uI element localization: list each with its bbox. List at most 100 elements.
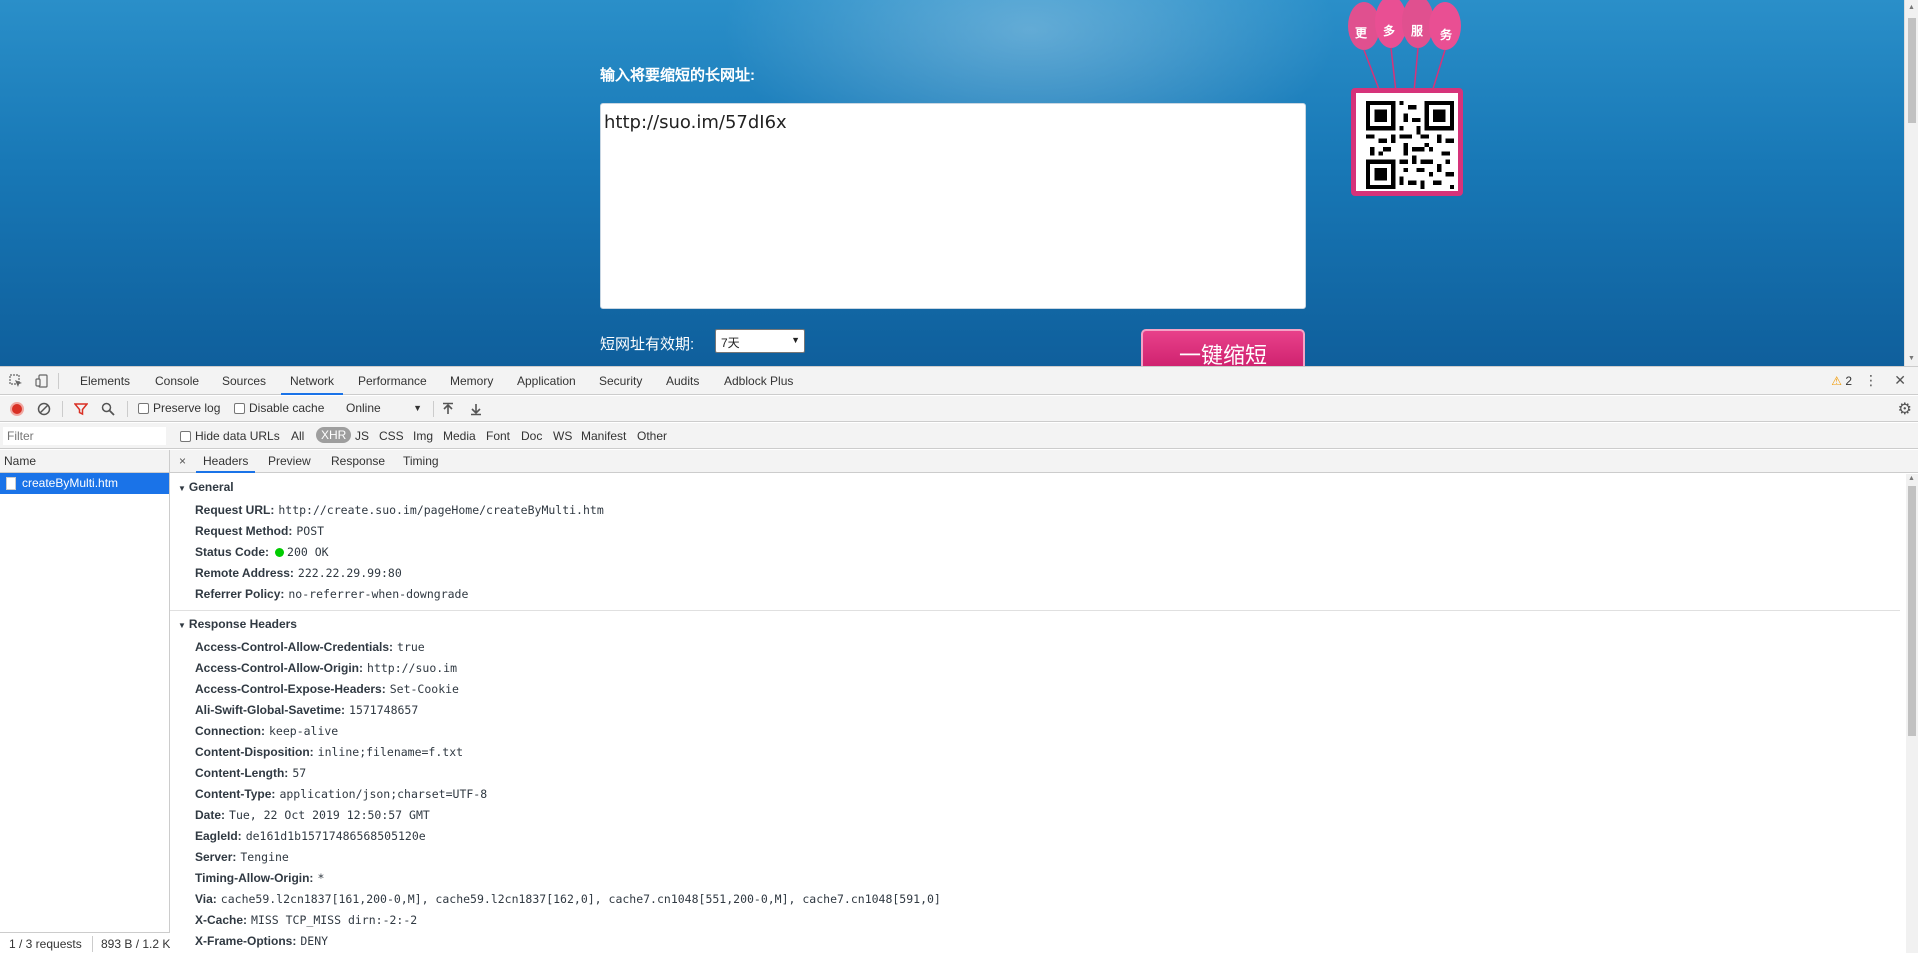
validity-select[interactable]: 7天 ▼ [715,329,805,353]
close-details-icon[interactable]: × [179,454,186,468]
page-scrollbar[interactable]: ▲ ▼ [1904,0,1918,366]
header-row: Server: Tengine [195,850,289,864]
throttling-select[interactable]: Online ▼ [346,401,422,415]
throttling-value: Online [346,401,381,415]
warning-icon: ⚠ [1831,374,1842,388]
close-devtools-icon[interactable]: ✕ [1894,372,1906,389]
tab-preview[interactable]: Preview [261,450,318,473]
qr-code-icon [1366,101,1454,189]
preserve-log-checkbox[interactable] [138,402,149,414]
tab-headers[interactable]: Headers [196,450,256,473]
scroll-up-icon[interactable]: ▲ [1908,475,1915,482]
header-row: Content-Disposition: inline;filename=f.tx… [195,745,463,759]
details-tabbar: × Headers Preview Response Timing [170,450,1918,473]
header-key: Access-Control-Allow-Credentials: [195,640,394,654]
header-row: Via: cache59.l2cn1837[161,200-0,M], cache… [195,892,941,906]
scroll-down-icon[interactable]: ▼ [1908,355,1915,362]
filter-type-other[interactable]: Other [637,429,667,443]
header-value: inline;filename=f.txt [317,745,464,759]
tab-application[interactable]: Application [508,367,585,395]
filter-type-img[interactable]: Img [413,429,433,443]
page-viewport: 输入将要缩短的长网址: http://suo.im/57dI6x 短网址有效期:… [0,0,1918,366]
filter-type-media[interactable]: Media [443,429,476,443]
header-key: Content-Length: [195,766,289,780]
preserve-log-option[interactable]: Preserve log [138,401,220,415]
kebab-menu-icon[interactable]: ⋮ [1864,372,1878,389]
hide-data-urls-label: Hide data URLs [195,429,280,443]
clear-icon[interactable] [37,402,51,416]
chevron-down-icon: ▼ [413,403,422,413]
filter-type-font[interactable]: Font [486,429,510,443]
inspect-element-icon[interactable] [9,374,23,388]
filter-type-ws[interactable]: WS [553,429,572,443]
tab-elements[interactable]: Elements [71,367,139,395]
status-ok-icon [275,548,285,557]
header-value: 1571748657 [349,703,419,717]
header-key: Request URL: [195,503,275,517]
shorten-button[interactable]: 一键缩短 [1141,329,1305,366]
filter-type-css[interactable]: CSS [379,429,404,443]
toolbar-divider [58,373,59,389]
tab-security[interactable]: Security [590,367,651,395]
filter-type-all[interactable]: All [291,429,304,443]
tab-adblock-plus[interactable]: Adblock Plus [715,367,802,395]
disable-cache-checkbox[interactable] [234,402,245,414]
header-key: X-Cache: [195,913,248,927]
header-value: Tengine [240,850,289,864]
tab-timing[interactable]: Timing [396,450,446,473]
tab-response[interactable]: Response [324,450,392,473]
disable-cache-label: Disable cache [249,401,325,415]
general-section-toggle[interactable]: ▼ General [178,480,234,494]
hide-data-urls-checkbox[interactable] [180,430,191,442]
request-list: Name createByMulti.htm 1 / 3 requests 89… [0,450,170,953]
header-key: Content-Type: [195,787,276,801]
tab-network[interactable]: Network [281,367,344,395]
balloon-char: 服 [1411,24,1424,38]
expand-triangle-icon: ▼ [178,484,186,493]
section-divider [170,610,1900,611]
export-har-icon[interactable] [469,402,483,416]
long-url-textarea[interactable]: http://suo.im/57dI6x [600,103,1306,309]
qr-code-card[interactable] [1351,88,1463,196]
filter-type-doc[interactable]: Doc [521,429,542,443]
settings-gear-icon[interactable]: ⚙ [1898,399,1912,419]
header-row: X-Cache: MISS TCP_MISS dirn:-2:-2 [195,913,417,927]
record-button[interactable] [10,402,24,416]
long-url-label: 输入将要缩短的长网址: [600,67,755,84]
document-icon [6,477,16,490]
tab-console[interactable]: Console [146,367,208,395]
scrollbar-thumb[interactable] [1908,486,1916,736]
request-details: × Headers Preview Response Timing ▼ Gener… [170,450,1918,953]
header-row: Date: Tue, 22 Oct 2019 12:50:57 GMT [195,808,430,822]
filter-input[interactable] [3,427,166,445]
balloon-char: 务 [1440,28,1453,42]
header-row: Request Method: POST [195,524,324,538]
import-har-icon[interactable] [441,402,455,416]
filter-type-xhr[interactable]: XHR [316,427,352,443]
header-row: Connection: keep-alive [195,724,338,738]
header-key: Access-Control-Allow-Origin: [195,661,364,675]
header-value: no-referrer-when-downgrade [288,587,469,601]
header-key: X-Frame-Options: [195,934,297,948]
request-row[interactable]: createByMulti.htm [0,473,169,494]
tab-memory[interactable]: Memory [441,367,502,395]
disable-cache-option[interactable]: Disable cache [234,401,324,415]
filter-type-manifest[interactable]: Manifest [581,429,626,443]
tab-audits[interactable]: Audits [657,367,708,395]
details-scrollbar[interactable]: ▲ [1906,474,1918,953]
tab-performance[interactable]: Performance [349,367,436,395]
device-toolbar-icon[interactable] [35,374,49,388]
header-row: Content-Length: 57 [195,766,306,780]
filter-icon[interactable] [74,402,88,416]
scrollbar-thumb[interactable] [1908,18,1916,123]
tab-sources[interactable]: Sources [213,367,275,395]
warnings-badge[interactable]: ⚠ 2 [1831,374,1852,388]
header-key: Request Method: [195,524,293,538]
filter-type-js[interactable]: JS [355,429,369,443]
header-row: Timing-Allow-Origin: * [195,871,324,885]
scroll-up-icon[interactable]: ▲ [1908,4,1915,11]
response-headers-section-toggle[interactable]: ▼ Response Headers [178,617,297,631]
search-icon[interactable] [101,402,115,416]
name-column-header[interactable]: Name [0,450,169,473]
hide-data-urls-option[interactable]: Hide data URLs [180,429,280,443]
